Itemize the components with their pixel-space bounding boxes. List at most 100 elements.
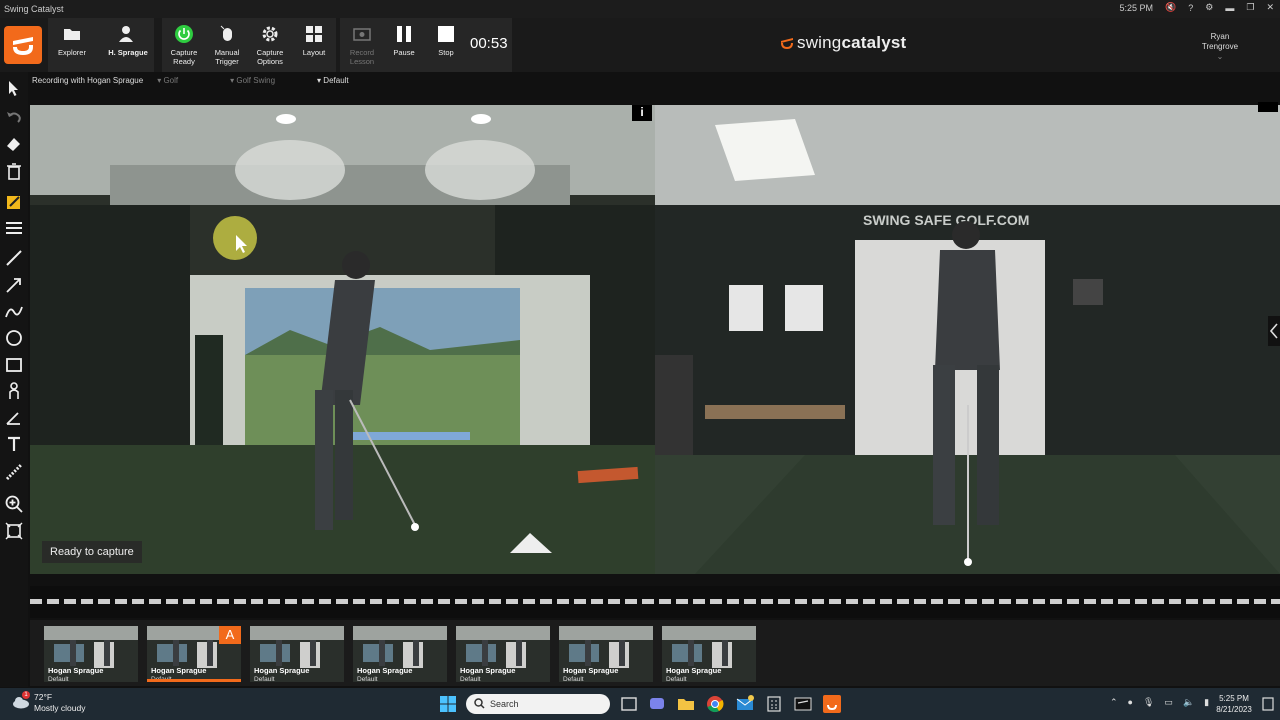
pause-button[interactable]: Pause bbox=[382, 18, 426, 72]
capture-group: Capture Ready Manual Trigger Capture Opt… bbox=[162, 18, 336, 72]
undo-icon bbox=[7, 112, 21, 123]
task-view-icon[interactable] bbox=[620, 695, 638, 713]
windows-taskbar: 1 72°F Mostly cloudy Search ⌃ ● 🎙 ▭ 🔈 ▮ … bbox=[0, 688, 1280, 720]
capture-options-button[interactable]: Capture Options bbox=[248, 18, 292, 72]
swing-catalyst-taskbar-icon[interactable] bbox=[823, 695, 841, 713]
thumbnail-preset: Default bbox=[666, 676, 687, 682]
taskbar-search[interactable]: Search bbox=[466, 694, 610, 714]
windows-start-icon[interactable] bbox=[440, 696, 456, 712]
chrome-icon[interactable] bbox=[706, 695, 724, 713]
chevron-down-icon: ⌄ bbox=[1216, 52, 1224, 61]
capture-thumbnail-strip: Hogan Sprague Default Hogan Sprague Default… bbox=[30, 620, 1280, 686]
record-lesson-button[interactable]: Record Lesson bbox=[340, 18, 384, 72]
select-tool[interactable] bbox=[4, 78, 24, 98]
arrow-tool[interactable] bbox=[4, 275, 24, 295]
rectangle-icon bbox=[6, 358, 22, 372]
network-icon[interactable]: ▭ bbox=[1164, 697, 1173, 708]
folder-icon bbox=[64, 29, 80, 40]
line-tool[interactable] bbox=[4, 248, 24, 268]
pencil-tool[interactable] bbox=[4, 192, 24, 212]
angle-tool[interactable] bbox=[4, 408, 24, 428]
curve-tool[interactable] bbox=[4, 302, 24, 322]
manual-trigger-button[interactable]: Manual Trigger bbox=[205, 18, 249, 72]
restore-button[interactable]: ❐ bbox=[1246, 2, 1254, 13]
taskbar-clock[interactable]: 5:25 PM 8/21/2023 bbox=[1212, 693, 1256, 715]
chevron-up-icon[interactable]: ⌃ bbox=[1110, 697, 1118, 708]
fit-screen-icon bbox=[5, 522, 23, 540]
help-icon[interactable]: ? bbox=[1188, 3, 1193, 13]
clock-time: 5:25 PM bbox=[1219, 694, 1249, 703]
user-menu[interactable]: Ryan Trengrove ⌄ bbox=[1190, 32, 1250, 62]
video-frame-left bbox=[30, 105, 655, 574]
user-last-name: Trengrove bbox=[1201, 42, 1239, 51]
capture-thumbnail[interactable]: Hogan Sprague Default bbox=[353, 626, 447, 682]
capture-timeline[interactable] bbox=[30, 586, 1280, 618]
capture-thumbnail[interactable]: Hogan Sprague Default bbox=[559, 626, 653, 682]
capture-thumbnail[interactable]: Hogan Sprague Default bbox=[250, 626, 344, 682]
user-first-name: Ryan bbox=[1210, 32, 1230, 41]
brand-prefix: swing bbox=[797, 33, 842, 52]
capture-status-badge: Ready to capture bbox=[42, 541, 142, 563]
thumbnail-preset: Default bbox=[357, 676, 378, 682]
video-frame-right: SWING SAFE GOLF.COM bbox=[655, 105, 1280, 574]
zoom-tool[interactable] bbox=[4, 494, 24, 514]
settings-icon[interactable]: ⚙ bbox=[1205, 2, 1213, 13]
angle-icon bbox=[6, 412, 20, 425]
close-button[interactable]: ✕ bbox=[1266, 2, 1274, 13]
explorer-button[interactable]: Explorer bbox=[50, 18, 94, 72]
delete-tool[interactable] bbox=[4, 161, 24, 181]
thumbnail-preset: Default bbox=[460, 676, 481, 682]
capture-thumbnail[interactable]: Hogan Sprague Default bbox=[456, 626, 550, 682]
eraser-tool[interactable] bbox=[4, 134, 24, 154]
file-explorer-icon[interactable] bbox=[677, 695, 695, 713]
battery-icon[interactable]: ▮ bbox=[1204, 697, 1209, 708]
camera-view-down-the-line[interactable]: SWING SAFE GOLF.COM bbox=[655, 105, 1280, 574]
measure-tool[interactable] bbox=[4, 462, 24, 482]
body-tool[interactable] bbox=[4, 381, 24, 401]
chat-icon[interactable] bbox=[648, 695, 666, 713]
text-tool[interactable] bbox=[4, 434, 24, 454]
minimize-button[interactable]: ▬ bbox=[1225, 3, 1234, 13]
search-placeholder: Search bbox=[490, 699, 519, 709]
mouse-click-icon bbox=[220, 25, 232, 41]
player-button[interactable]: H. Sprague bbox=[104, 18, 152, 72]
chevron-left-icon[interactable] bbox=[1268, 316, 1280, 346]
view-menu-handle[interactable] bbox=[1258, 102, 1278, 112]
fit-tool[interactable] bbox=[4, 521, 24, 541]
grid-icon bbox=[306, 26, 322, 42]
volume-mute-icon[interactable]: 🔇 bbox=[1165, 2, 1176, 13]
calculator-icon[interactable] bbox=[765, 695, 783, 713]
line-width-tool[interactable] bbox=[4, 218, 24, 238]
capture-ready-button[interactable]: Capture Ready bbox=[162, 18, 206, 72]
terminal-icon[interactable] bbox=[794, 695, 812, 713]
microphone-icon[interactable]: 🎙 bbox=[1143, 697, 1154, 708]
layout-button[interactable]: Layout bbox=[292, 18, 336, 72]
thumbnail-preset: Default bbox=[48, 676, 69, 682]
app-logo-button[interactable] bbox=[4, 26, 42, 64]
pencil-icon bbox=[7, 196, 20, 209]
camera-view-face-on[interactable]: Ready to capture i bbox=[30, 105, 655, 574]
wall-sign-text: SWING SAFE GOLF.COM bbox=[863, 212, 1029, 228]
capture-thumbnail[interactable]: Hogan Sprague Default bbox=[44, 626, 138, 682]
speaker-icon[interactable]: 🔈 bbox=[1183, 697, 1194, 708]
breadcrumb-preset[interactable]: ▾ Default bbox=[317, 76, 367, 92]
notification-icon[interactable] bbox=[1262, 697, 1274, 711]
drawing-tools-sidebar bbox=[0, 72, 28, 687]
window-controls: 5:25 PM 🔇 ? ⚙ ▬ ❐ ✕ bbox=[1120, 2, 1274, 13]
mail-icon[interactable] bbox=[736, 695, 754, 713]
timeline-track[interactable] bbox=[30, 599, 1280, 604]
stop-button[interactable]: Stop bbox=[424, 18, 468, 72]
app-tray-icon[interactable]: ● bbox=[1128, 697, 1133, 708]
rectangle-tool[interactable] bbox=[4, 355, 24, 375]
clock-date: 8/21/2023 bbox=[1216, 705, 1252, 714]
line-icon bbox=[6, 250, 22, 266]
recording-label: Recording with Hogan Sprague bbox=[32, 76, 144, 85]
undo-tool[interactable] bbox=[4, 107, 24, 127]
circle-tool[interactable] bbox=[4, 328, 24, 348]
info-icon[interactable]: i bbox=[632, 105, 652, 121]
capture-thumbnail[interactable]: Hogan Sprague Default bbox=[662, 626, 756, 682]
thumbnail-player-name: Hogan Sprague bbox=[666, 666, 722, 675]
capture-thumbnail[interactable]: Hogan Sprague Default A bbox=[147, 626, 241, 682]
breadcrumb-activity[interactable]: ▾ Golf Swing bbox=[230, 76, 293, 92]
breadcrumb-sport[interactable]: ▾ Golf bbox=[157, 76, 196, 92]
